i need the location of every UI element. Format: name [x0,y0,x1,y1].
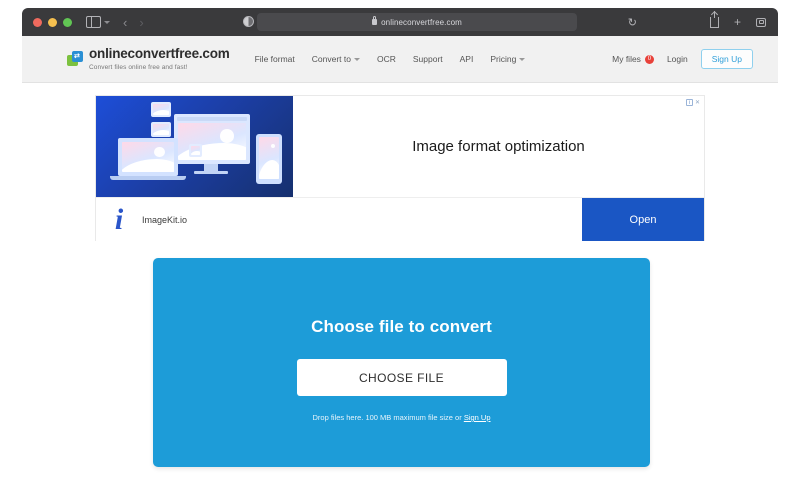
nav-label: Convert to [311,54,351,64]
imagekit-logo-icon: i [114,202,124,236]
signup-button[interactable]: Sign Up [700,49,753,69]
sidebar-toggle-icon[interactable] [86,16,110,28]
maximize-window-button[interactable] [63,17,72,27]
ad-bottom-row: i ImageKit.io Open [96,197,704,241]
ad-laptop-icon [118,138,178,176]
chevron-down-icon [519,57,526,61]
choose-file-button[interactable]: CHOOSE FILE [296,359,507,396]
header-account-area: My files 0 Login Sign Up [612,36,753,82]
nav-item-api[interactable]: API [460,54,474,64]
my-files-label: My files [612,54,641,64]
ad-open-button[interactable]: Open [582,198,704,241]
ad-headline: Image format optimization [412,138,585,155]
toolbar-right-icons: + [709,8,766,36]
screenshot-root: ‹ › onlineconvertfree.com ↻ + ⇄ onlineco… [0,0,800,500]
site-logo[interactable]: ⇄ onlineconvertfree.com Convert files on… [67,46,230,71]
share-icon[interactable] [709,10,719,28]
forward-icon[interactable]: › [139,15,143,30]
ad-tablet-icon [256,134,282,184]
nav-item-support[interactable]: Support [413,54,443,64]
close-ad-icon[interactable]: ✕ [695,100,700,106]
dropzone-subtext: Drop files here. 100 MB maximum file siz… [313,413,491,422]
ad-thumbnail-icon [151,102,171,117]
nav-label: File format [254,54,295,64]
ad-illustration [96,96,293,197]
advertisement-banner[interactable]: Image format optimization i ✕ i ImageKit… [95,95,705,241]
nav-arrows[interactable]: ‹ › [123,15,144,30]
logo-text: onlineconvertfree.com [89,46,230,62]
main-navigation: File format Convert to OCR Support API P… [255,54,526,64]
site-header: ⇄ onlineconvertfree.com Convert files on… [22,36,778,83]
nav-label: OCR [376,54,396,64]
nav-item-pricing[interactable]: Pricing [490,54,526,64]
nav-item-file-format[interactable]: File format [255,54,295,64]
nav-item-convert-to[interactable]: Convert to [312,54,360,64]
url-text: onlineconvertfree.com [381,17,462,27]
nav-item-ocr[interactable]: OCR [377,54,396,64]
convert-logo-icon: ⇄ [67,50,84,68]
ad-thumbnail-icon [151,122,171,137]
ad-thumbnail-icon [189,144,202,157]
chevron-down-icon [353,57,360,61]
my-files-link[interactable]: My files 0 [612,54,654,64]
reload-icon[interactable]: ↻ [628,16,637,29]
dropzone-signup-link[interactable]: Sign Up [464,413,491,422]
my-files-badge: 0 [644,54,654,64]
address-bar[interactable]: onlineconvertfree.com ↻ [257,13,637,31]
minimize-window-button[interactable] [48,17,57,27]
page-viewport: ⇄ onlineconvertfree.com Convert files on… [22,36,778,486]
ad-monitor-icon [174,114,250,164]
new-tab-icon[interactable]: + [734,16,741,28]
nav-label: Pricing [490,54,517,64]
logo-tagline: Convert files online free and fast! [89,63,188,71]
file-dropzone-panel[interactable]: Choose file to convert CHOOSE FILE Drop … [153,258,650,467]
reader-view-icon[interactable] [243,16,254,27]
adchoices-controls[interactable]: i ✕ [685,99,700,106]
back-icon[interactable]: ‹ [123,15,127,30]
dropzone-subtext-prefix: Drop files here. 100 MB maximum file siz… [312,413,464,422]
chevron-down-icon [104,20,110,24]
nav-label: Support [412,54,443,64]
ad-headline-wrap: Image format optimization [293,96,704,197]
tabs-overview-icon[interactable] [756,17,766,27]
ad-top-row: Image format optimization i ✕ [96,96,704,197]
lock-icon [372,16,378,25]
adchoices-info-icon[interactable]: i [685,99,693,106]
nav-label: API [459,54,474,64]
dropzone-title: Choose file to convert [311,317,492,336]
window-traffic-lights[interactable] [33,17,72,27]
close-window-button[interactable] [33,17,42,27]
login-link[interactable]: Login [667,54,688,64]
browser-toolbar: ‹ › onlineconvertfree.com ↻ + [22,8,778,36]
ad-advertiser-name: ImageKit.io [142,214,188,225]
